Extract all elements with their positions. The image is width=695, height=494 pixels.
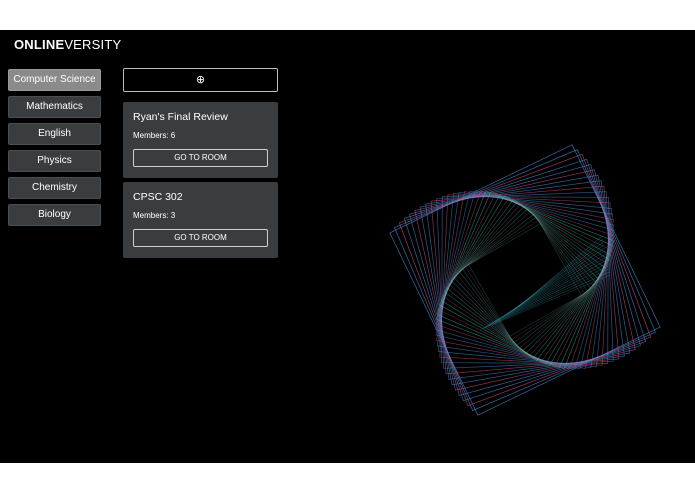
sidebar-item-biology[interactable]: Biology bbox=[8, 204, 101, 226]
streak-line bbox=[479, 274, 611, 331]
decorative-spiral-artwork bbox=[389, 144, 661, 416]
spiral-line bbox=[443, 198, 607, 362]
spiral-line bbox=[435, 190, 615, 370]
spiral-line bbox=[435, 190, 615, 370]
spiral-line bbox=[435, 190, 615, 370]
go-to-room-button[interactable]: GO TO ROOM bbox=[133, 229, 268, 247]
spiral-line bbox=[403, 158, 647, 402]
spiral-line bbox=[394, 149, 656, 411]
go-to-room-button[interactable]: GO TO ROOM bbox=[133, 149, 268, 167]
spiral-line bbox=[462, 217, 588, 343]
room-members-count: Members: 3 bbox=[133, 211, 176, 220]
spiral-line bbox=[436, 191, 614, 369]
add-room-button[interactable]: ⊕ bbox=[123, 68, 278, 92]
logo-bold-text: ONLINE bbox=[14, 37, 65, 52]
add-circle-icon: ⊕ bbox=[195, 74, 206, 86]
sidebar-item-english[interactable]: English bbox=[8, 123, 101, 145]
spiral-line bbox=[448, 203, 602, 357]
spiral-line bbox=[436, 191, 614, 369]
room-card: CPSC 302 Members: 3 GO TO ROOM bbox=[123, 182, 278, 258]
room-card: Ryan's Final Review Members: 6 GO TO ROO… bbox=[123, 102, 278, 178]
room-members-count: Members: 6 bbox=[133, 131, 176, 140]
subject-sidebar: Computer Science Mathematics English Phy… bbox=[8, 69, 101, 231]
logo-light-text: VERSITY bbox=[64, 37, 122, 52]
room-title: CPSC 302 bbox=[133, 191, 183, 203]
app-logo[interactable]: ONLINEVERSITY bbox=[14, 37, 121, 52]
sidebar-item-computer-science[interactable]: Computer Science bbox=[8, 69, 101, 91]
sidebar-item-mathematics[interactable]: Mathematics bbox=[8, 96, 101, 118]
spiral-line bbox=[442, 197, 608, 363]
sidebar-item-chemistry[interactable]: Chemistry bbox=[8, 177, 101, 199]
spiral-line bbox=[435, 190, 615, 370]
spiral-line bbox=[450, 205, 600, 355]
sidebar-item-physics[interactable]: Physics bbox=[8, 150, 101, 172]
spiral-line bbox=[409, 164, 641, 396]
spiral-line bbox=[398, 153, 652, 407]
spiral-line bbox=[425, 180, 625, 380]
room-title: Ryan's Final Review bbox=[133, 111, 228, 123]
app-window: ONLINEVERSITY Computer Science Mathemati… bbox=[0, 30, 695, 463]
